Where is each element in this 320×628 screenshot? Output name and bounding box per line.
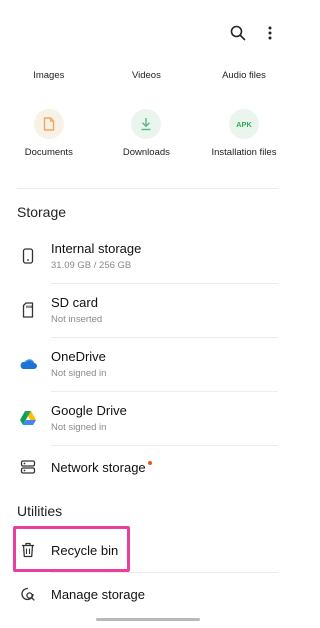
- category-row-bottom: Documents Downloads APK Installation fil…: [0, 109, 293, 158]
- manage-storage-icon: [18, 584, 38, 604]
- google-drive-icon: [18, 408, 38, 428]
- category-row-top: Images Videos Audio files: [0, 70, 293, 81]
- category-installation-files[interactable]: APK Installation files: [195, 109, 293, 158]
- utility-item-title: Manage storage: [51, 586, 145, 602]
- category-downloads[interactable]: Downloads: [98, 109, 196, 158]
- storage-item-title: Google Drive: [51, 403, 127, 418]
- category-label: Installation files: [211, 147, 277, 158]
- download-icon: [131, 109, 162, 139]
- network-storage-icon: [18, 457, 38, 477]
- category-label: Images: [33, 70, 65, 81]
- new-indicator-dot: [147, 460, 152, 465]
- apk-icon: APK: [228, 109, 259, 139]
- storage-item-subtitle: Not signed in: [51, 368, 107, 379]
- category-audio-files[interactable]: Audio files: [195, 70, 293, 81]
- gesture-navigation-bar[interactable]: [96, 618, 200, 621]
- section-divider: [17, 188, 278, 189]
- utility-item-manage-storage[interactable]: Manage storage: [0, 567, 293, 621]
- storage-item-network[interactable]: Network storage: [0, 440, 293, 494]
- category-label: Documents: [24, 147, 73, 158]
- storage-item-internal[interactable]: Internal storage 31.09 GB / 256 GB: [0, 229, 293, 283]
- category-images[interactable]: Images: [0, 70, 98, 81]
- storage-item-title: SD card: [51, 295, 98, 310]
- category-label: Audio files: [222, 70, 266, 81]
- search-icon[interactable]: [229, 24, 247, 42]
- storage-item-subtitle: Not signed in: [51, 422, 107, 433]
- storage-item-subtitle: Not inserted: [51, 314, 103, 325]
- document-icon: [33, 109, 64, 139]
- sd-card-icon: [18, 300, 38, 320]
- category-documents[interactable]: Documents: [0, 109, 98, 158]
- top-action-bar: [229, 24, 279, 42]
- storage-item-title: Network storage: [51, 459, 146, 475]
- storage-item-google-drive[interactable]: Google Drive Not signed in: [0, 391, 293, 445]
- category-label: Downloads: [122, 147, 170, 158]
- more-options-icon[interactable]: [261, 24, 279, 42]
- utilities-section-title: Utilities: [17, 503, 63, 519]
- category-videos[interactable]: Videos: [98, 70, 196, 81]
- highlight-box: [13, 526, 130, 572]
- onedrive-icon: [18, 354, 38, 374]
- storage-item-subtitle: 31.09 GB / 256 GB: [51, 260, 132, 271]
- phone-icon: [18, 246, 38, 266]
- category-label: Videos: [131, 70, 161, 81]
- storage-item-onedrive[interactable]: OneDrive Not signed in: [0, 337, 293, 391]
- storage-section-title: Storage: [17, 204, 67, 220]
- storage-item-sd-card[interactable]: SD card Not inserted: [0, 283, 293, 337]
- apk-badge: APK: [236, 119, 252, 129]
- storage-item-title: OneDrive: [51, 349, 106, 364]
- storage-item-title: Internal storage: [51, 241, 142, 256]
